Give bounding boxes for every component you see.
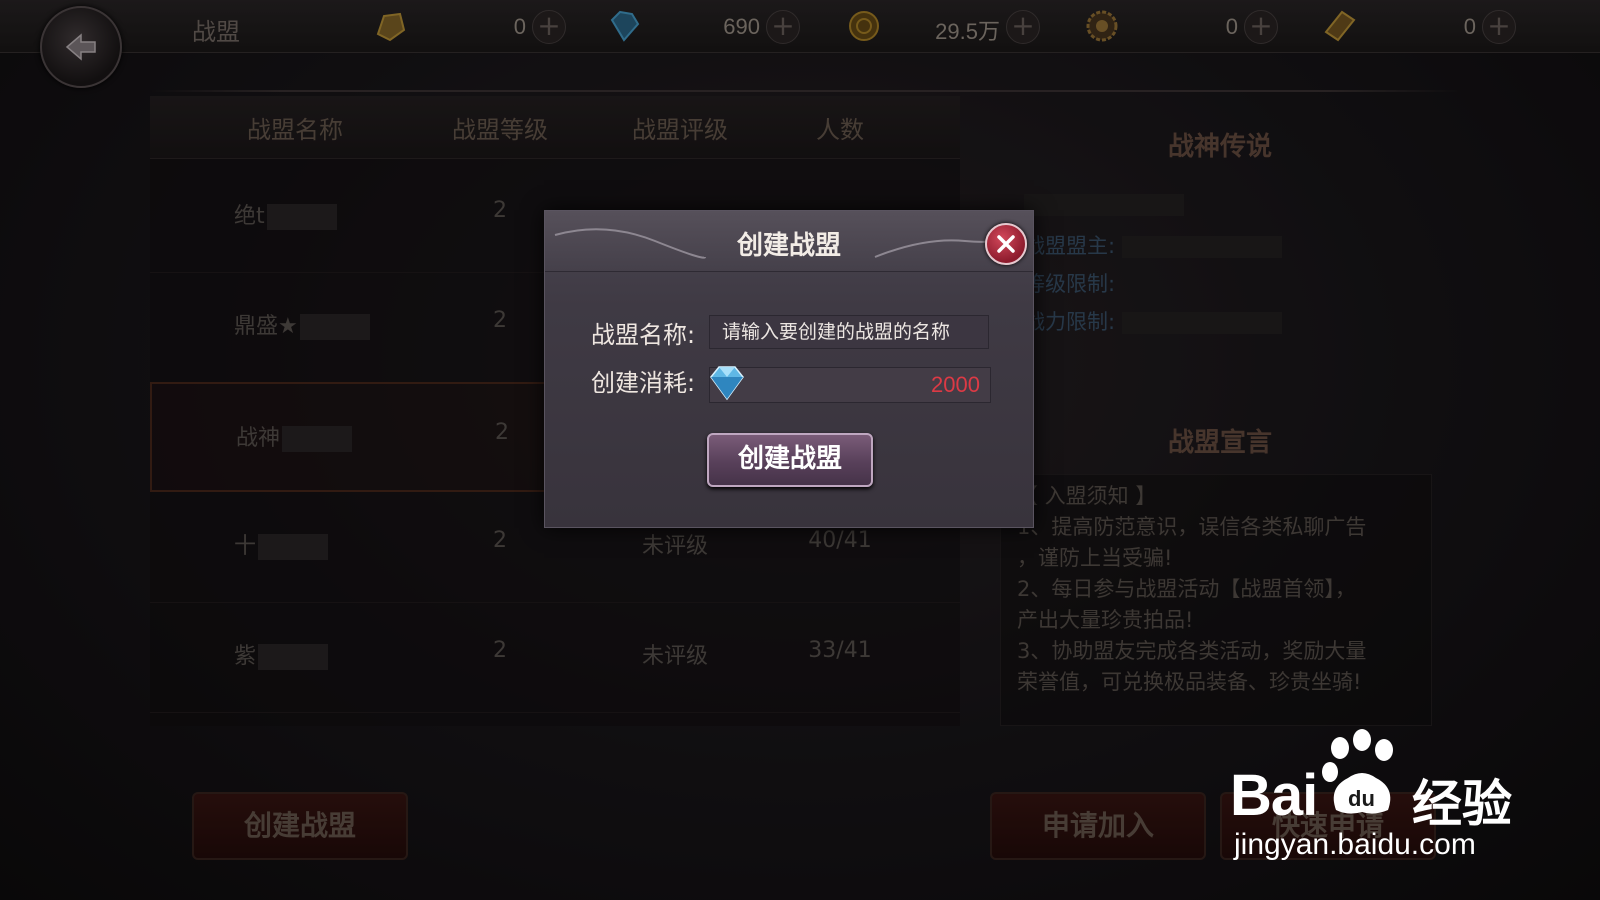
game-screen: 战盟 0 + 690 + 29.5万 + 0 + 0 + 战盟名称 战盟等级 战… xyxy=(0,0,1600,900)
dialog-header: 创建战盟 xyxy=(545,211,1033,272)
create-alliance-dialog: 创建战盟 战盟名称: 创建消耗: 2000 创建战盟 xyxy=(544,210,1034,528)
cost-display: 2000 xyxy=(709,367,991,403)
watermark-brand: 经验 xyxy=(1412,775,1512,833)
dialog-title: 创建战盟 xyxy=(736,231,841,261)
cost-label: 创建消耗: xyxy=(591,369,696,397)
cost-value: 2000 xyxy=(931,372,980,397)
close-button[interactable] xyxy=(985,223,1027,265)
diamond-icon xyxy=(710,366,744,401)
watermark-logo-text: Bai xyxy=(1230,763,1318,828)
name-label: 战盟名称: xyxy=(591,321,696,349)
baidu-watermark: Bai du 经验 jingyan.baidu.com xyxy=(1230,728,1530,868)
watermark-du-text: du xyxy=(1348,786,1375,811)
alliance-name-input[interactable] xyxy=(709,315,989,349)
baidu-paw-icon: du xyxy=(1322,729,1393,814)
close-icon xyxy=(997,235,1015,253)
confirm-create-button[interactable]: 创建战盟 xyxy=(707,433,873,487)
watermark-url: jingyan.baidu.com xyxy=(1234,828,1476,861)
